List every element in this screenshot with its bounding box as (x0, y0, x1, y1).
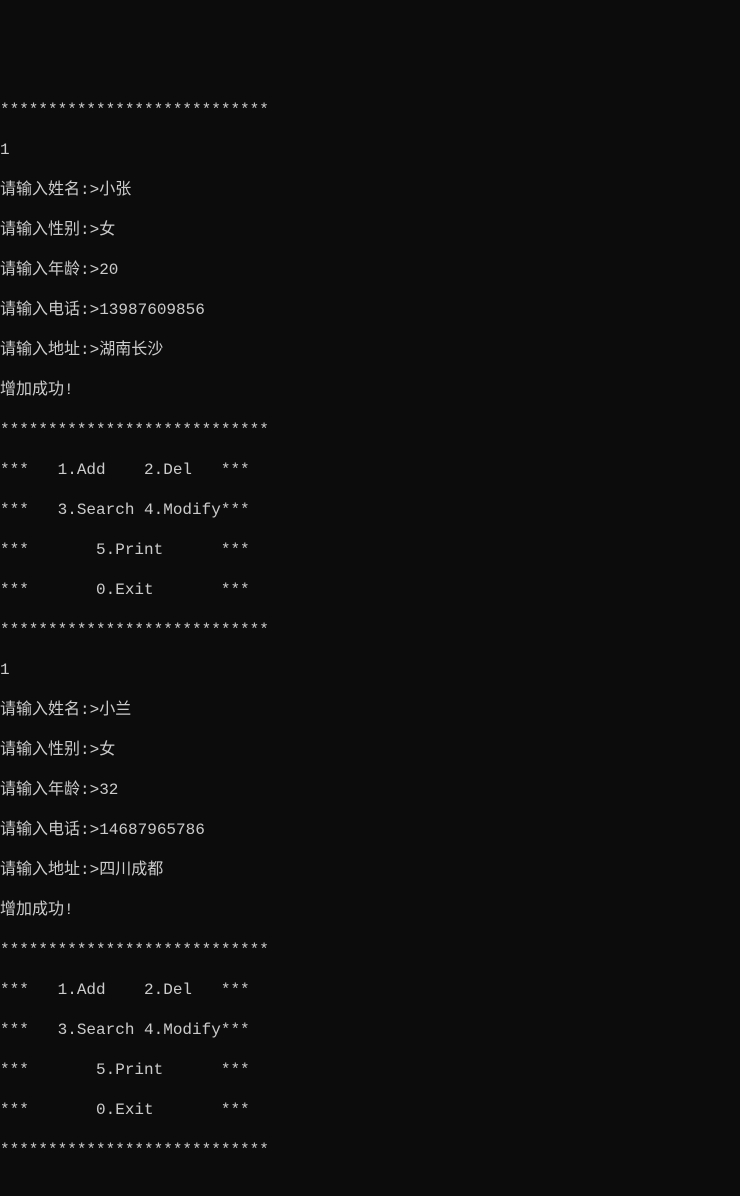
menu-border: **************************** (0, 100, 740, 120)
prompt-gender: 请输入性别:>女 (0, 220, 740, 240)
prompt-age: 请输入年龄:>32 (0, 780, 740, 800)
prompt-phone: 请输入电话:>14687965786 (0, 820, 740, 840)
menu-row-1: *** 1.Add 2.Del *** (0, 460, 740, 480)
prompt-name: 请输入姓名:>小张 (0, 180, 740, 200)
menu-border: **************************** (0, 620, 740, 640)
menu-row-4: *** 0.Exit *** (0, 1100, 740, 1120)
menu-row-1: *** 1.Add 2.Del *** (0, 980, 740, 1000)
menu-border: **************************** (0, 1140, 740, 1160)
menu-row-4: *** 0.Exit *** (0, 580, 740, 600)
menu-row-2: *** 3.Search 4.Modify*** (0, 500, 740, 520)
prompt-name: 请输入姓名:>小兰 (0, 700, 740, 720)
terminal-output[interactable]: **************************** 1 请输入姓名:>小张… (0, 80, 740, 1196)
menu-row-3: *** 5.Print *** (0, 1060, 740, 1080)
menu-border: **************************** (0, 940, 740, 960)
user-input-choice: 1 (0, 140, 740, 160)
success-message: 增加成功! (0, 380, 740, 400)
menu-border: **************************** (0, 420, 740, 440)
prompt-address: 请输入地址:>四川成都 (0, 860, 740, 880)
menu-row-2: *** 3.Search 4.Modify*** (0, 1020, 740, 1040)
prompt-phone: 请输入电话:>13987609856 (0, 300, 740, 320)
menu-row-3: *** 5.Print *** (0, 540, 740, 560)
user-input-choice: 1 (0, 660, 740, 680)
prompt-gender: 请输入性别:>女 (0, 740, 740, 760)
success-message: 增加成功! (0, 900, 740, 920)
prompt-age: 请输入年龄:>20 (0, 260, 740, 280)
prompt-address: 请输入地址:>湖南长沙 (0, 340, 740, 360)
